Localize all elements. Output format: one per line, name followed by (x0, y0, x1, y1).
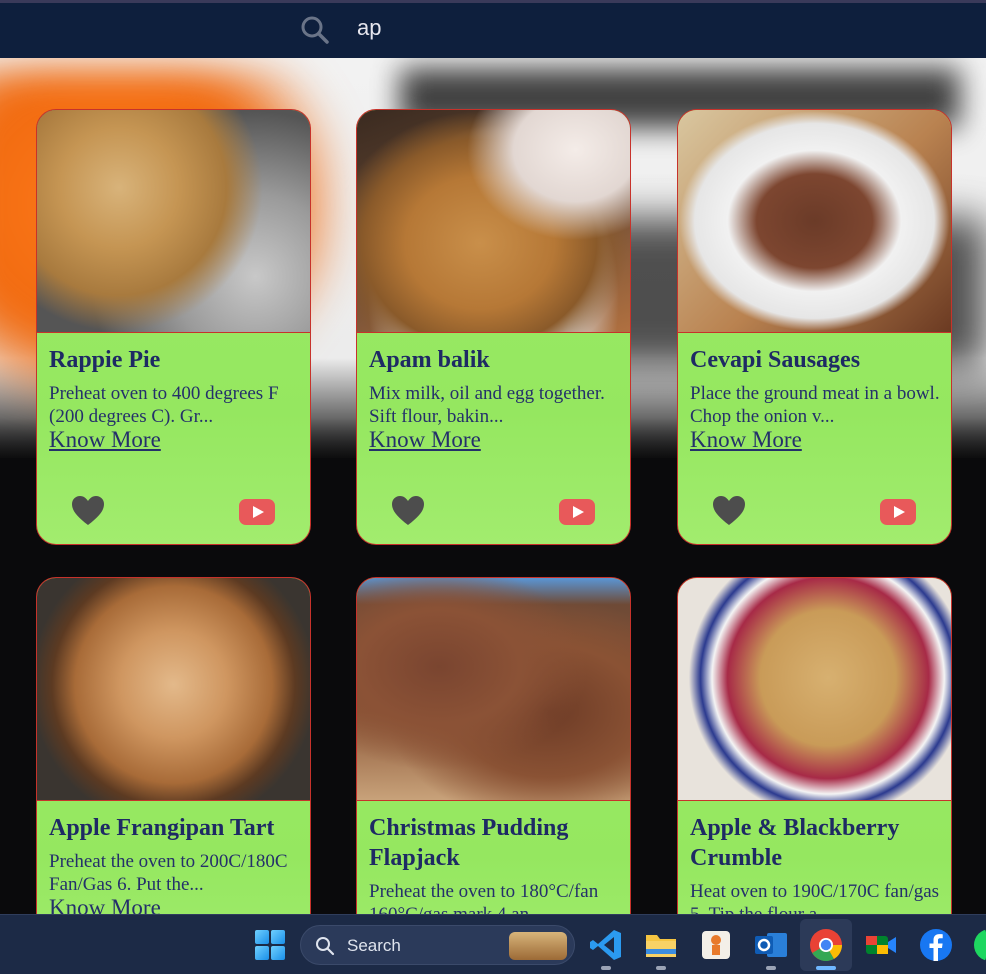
know-more-link[interactable]: Know More (690, 427, 802, 453)
running-indicator (656, 966, 666, 970)
recipe-title: Apam balik (369, 347, 490, 373)
taskbar-search-label: Search (347, 936, 401, 955)
heart-icon[interactable] (712, 495, 746, 527)
search-query[interactable]: ap (357, 15, 381, 41)
search-icon[interactable] (300, 15, 330, 45)
file-explorer-icon[interactable] (643, 927, 679, 963)
search-icon (316, 937, 335, 956)
running-indicator (816, 966, 836, 970)
running-indicator (766, 966, 776, 970)
recipe-card: Rappie Pie Preheat oven to 400 degrees F… (36, 109, 311, 545)
recipe-description: Preheat the oven to 200C/180C Fan/Gas 6.… (49, 851, 288, 895)
recipe-title: Apple Frangipan Tart (49, 815, 275, 841)
search-highlight-image (509, 932, 567, 960)
recipe-title: Christmas Pudding Flapjack (369, 815, 569, 871)
know-more-link[interactable]: Know More (369, 427, 481, 453)
taskbar: Search (0, 914, 986, 974)
know-more-link[interactable]: Know More (49, 427, 161, 453)
facebook-icon[interactable] (918, 927, 954, 963)
youtube-icon[interactable] (559, 499, 595, 525)
recipe-description: Place the ground meat in a bowl. Chop th… (690, 383, 940, 427)
taskbar-search[interactable]: Search (300, 925, 575, 965)
recipe-image (678, 578, 951, 801)
spotify-icon[interactable] (972, 927, 986, 963)
running-indicator (601, 966, 611, 970)
heart-icon[interactable] (71, 495, 105, 527)
youtube-icon[interactable] (239, 499, 275, 525)
recipe-title: Rappie Pie (49, 347, 161, 373)
meet-icon[interactable] (863, 927, 899, 963)
search-bar: ap (0, 0, 986, 58)
recipe-title: Apple & Blackberry Crumble (690, 815, 900, 871)
recipe-image (357, 578, 630, 801)
outlook-icon[interactable] (753, 927, 789, 963)
recipe-description: Preheat oven to 400 degrees F (200 degre… (49, 383, 279, 427)
recipe-image (37, 110, 310, 333)
youtube-icon[interactable] (880, 499, 916, 525)
heart-icon[interactable] (391, 495, 425, 527)
start-icon[interactable] (255, 930, 285, 960)
recipe-description: Mix milk, oil and egg together. Sift flo… (369, 383, 605, 427)
app-icon[interactable] (698, 927, 734, 963)
recipe-image (357, 110, 630, 333)
recipe-image (37, 578, 310, 801)
vscode-icon[interactable] (588, 927, 624, 963)
recipe-image (678, 110, 951, 333)
recipe-title: Cevapi Sausages (690, 347, 861, 373)
recipe-card: Cevapi Sausages Place the ground meat in… (677, 109, 952, 545)
recipe-card: Apam balik Mix milk, oil and egg togethe… (356, 109, 631, 545)
chrome-icon[interactable] (808, 927, 844, 963)
